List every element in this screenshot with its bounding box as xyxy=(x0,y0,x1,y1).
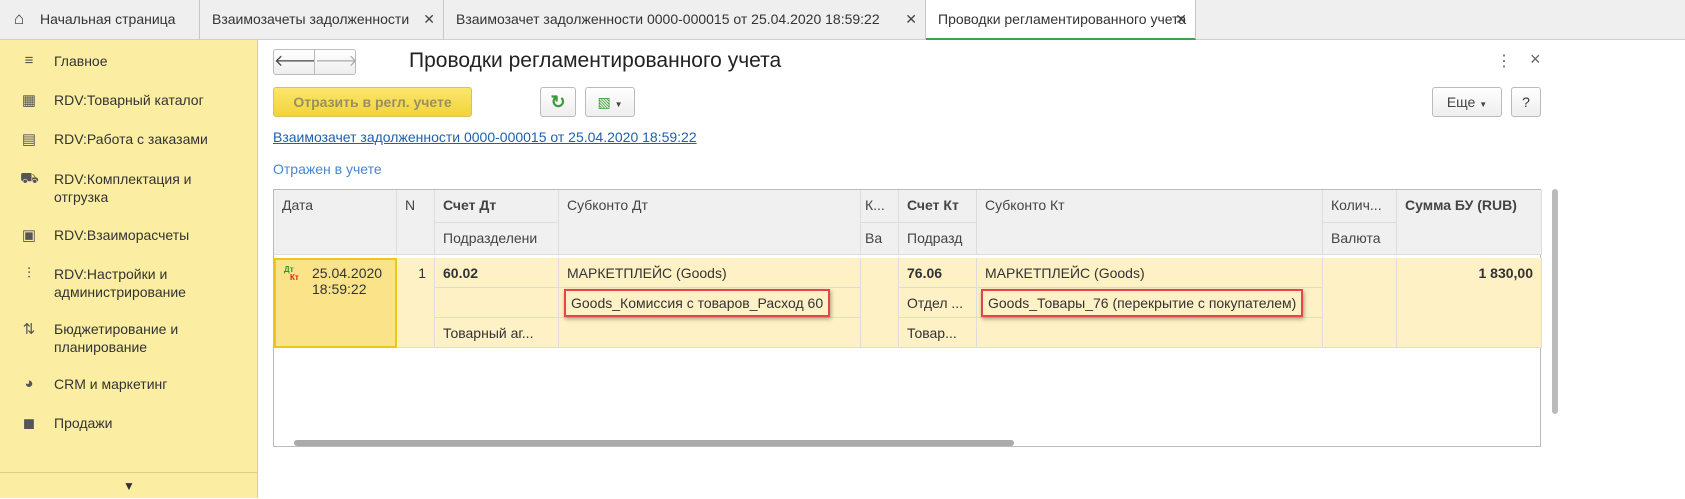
cell-department-kt-1: Отдел ... xyxy=(899,288,977,318)
close-icon[interactable]: ✕ xyxy=(1175,0,1187,38)
cell-subconto-kt-1: МАРКЕТПЛЕЙС (Goods) xyxy=(977,258,1323,288)
column-header-date[interactable]: Дата xyxy=(274,190,397,255)
cell-subconto-kt-3 xyxy=(977,318,1323,348)
budget-icon: ⇅ xyxy=(22,321,36,338)
cell-subconto-dt-3 xyxy=(559,318,861,348)
forward-button[interactable]: 🡒 xyxy=(314,49,358,75)
document-link[interactable]: Взаимозачет задолженности 0000-000015 от… xyxy=(273,129,697,145)
column-header-department-dt[interactable]: Подразделени xyxy=(435,223,559,255)
more-options-icon[interactable]: ⋮ xyxy=(1496,51,1512,71)
close-icon[interactable]: × xyxy=(1530,49,1541,70)
column-header-account-kt[interactable]: Счет Кт xyxy=(899,190,977,223)
cell-account-dt: 60.02 xyxy=(435,258,559,288)
cell-quantity xyxy=(1323,258,1397,348)
tab-label: Проводки регламентированного учета xyxy=(938,11,1187,27)
column-header-va[interactable]: Ва xyxy=(861,223,899,255)
postings-table: Дата N Счет Дт Подразделени Субконто Дт … xyxy=(273,189,1542,447)
column-header-currency[interactable]: Валюта xyxy=(1323,223,1397,255)
sidebar-item-label: RDV:Работа с заказами xyxy=(54,131,208,147)
calculator-icon: ▣ xyxy=(21,227,37,244)
tab-postings[interactable]: Проводки регламентированного учета ✕ xyxy=(926,0,1196,40)
tab-label: Начальная страница xyxy=(40,11,176,27)
settings-icon: ⫶ xyxy=(27,265,31,282)
credit-mark: Кт xyxy=(290,273,299,282)
tab-label: Взаимозачеты задолженности xyxy=(212,11,410,27)
time-value: 18:59:22 xyxy=(312,281,367,297)
close-icon[interactable]: ✕ xyxy=(905,0,917,38)
chevron-down-icon: ▼ xyxy=(1479,100,1488,109)
more-button[interactable]: Еще ▼ xyxy=(1432,87,1502,117)
back-button[interactable]: 🡐 xyxy=(273,49,317,75)
sidebar-item-label: RDV:Взаиморасчеты xyxy=(54,227,190,243)
date-value: 25.04.2020 xyxy=(312,265,383,281)
column-header-sum[interactable]: Сумма БУ (RUB) xyxy=(1397,190,1542,255)
sidebar-item-label: Бюджетирование и планирование xyxy=(54,321,179,355)
page-title: Проводки регламентированного учета xyxy=(409,49,782,72)
horizontal-scrollbar[interactable] xyxy=(294,440,1014,446)
bag-icon: ◼ xyxy=(22,415,36,432)
sidebar-item-label: CRM и маркетинг xyxy=(54,376,168,392)
crm-icon: ◕ xyxy=(24,375,34,392)
column-header-quantity[interactable]: Колич... xyxy=(1323,190,1397,223)
cell-n: 1 xyxy=(397,258,435,348)
orders-icon: ▤ xyxy=(21,131,37,148)
sidebar: ≡ Главное ▦ RDV:Товарный каталог ▤ RDV:Рабо… xyxy=(0,40,258,498)
column-header-account-dt[interactable]: Счет Дт xyxy=(435,190,559,223)
sidebar-item-label: RDV:Товарный каталог xyxy=(54,92,204,108)
structure-button[interactable]: ▧ ▼ xyxy=(585,87,635,117)
home-icon: ⌂ xyxy=(14,9,25,28)
cell-k xyxy=(861,258,899,348)
cell-empty xyxy=(435,288,559,318)
shipping-icon: ⛟ xyxy=(20,170,39,187)
sidebar-item-label: RDV:Комплектация и отгрузка xyxy=(54,171,192,205)
sidebar-item-label: RDV:Настройки и администрирование xyxy=(54,266,186,300)
structure-icon: ▧ xyxy=(597,94,611,110)
chevron-down-icon: ▼ xyxy=(614,100,623,109)
posting-status: Отражен в учете xyxy=(273,161,382,177)
column-header-k[interactable]: К... xyxy=(861,190,899,223)
highlighted-subconto-dt: Goods_Комиссия с товаров_Расход 60 xyxy=(564,289,831,317)
column-header-subconto-kt[interactable]: Субконто Кт xyxy=(977,190,1323,255)
tab-offset-document[interactable]: Взаимозачет задолженности 0000-000015 от… xyxy=(444,0,926,40)
vertical-scrollbar[interactable] xyxy=(1552,189,1558,414)
column-header-subconto-dt[interactable]: Субконто Дт xyxy=(559,190,861,255)
more-label: Еще xyxy=(1446,94,1476,110)
cell-department-kt-2: Товар... xyxy=(899,318,977,348)
cell-account-kt: 76.06 xyxy=(899,258,977,288)
sidebar-scroll-down[interactable]: ▼ xyxy=(0,472,258,498)
column-header-department-kt[interactable]: Подразд xyxy=(899,223,977,255)
close-icon[interactable]: ✕ xyxy=(423,0,435,38)
cell-subconto-dt-1: МАРКЕТПЛЕЙС (Goods) xyxy=(559,258,861,288)
tab-offsets[interactable]: Взаимозачеты задолженности ✕ xyxy=(200,0,444,40)
post-to-accounting-button[interactable]: Отразить в регл. учете xyxy=(273,87,472,117)
menu-icon: ≡ xyxy=(24,52,34,69)
tab-bar: ⌂ Начальная страница Взаимозачеты задолж… xyxy=(0,0,1685,40)
highlighted-subconto-kt: Goods_Товары_76 (перекрытие с покупателе… xyxy=(981,289,1304,317)
cell-date[interactable]: Дт Кт 25.04.2020 18:59:22 xyxy=(274,258,397,348)
tab-label: Взаимозачет задолженности 0000-000015 от… xyxy=(456,11,880,27)
sidebar-item-label: Главное xyxy=(54,53,108,69)
cell-sum: 1 830,00 xyxy=(1397,258,1542,348)
catalog-icon: ▦ xyxy=(21,92,37,109)
tab-home[interactable]: ⌂ Начальная страница xyxy=(0,0,200,40)
help-button[interactable]: ? xyxy=(1511,87,1541,117)
column-header-n[interactable]: N xyxy=(397,190,435,255)
cell-department-dt: Товарный аг... xyxy=(435,318,559,348)
sidebar-item-label: Продажи xyxy=(54,415,113,431)
refresh-button[interactable]: ↻ xyxy=(540,87,576,117)
